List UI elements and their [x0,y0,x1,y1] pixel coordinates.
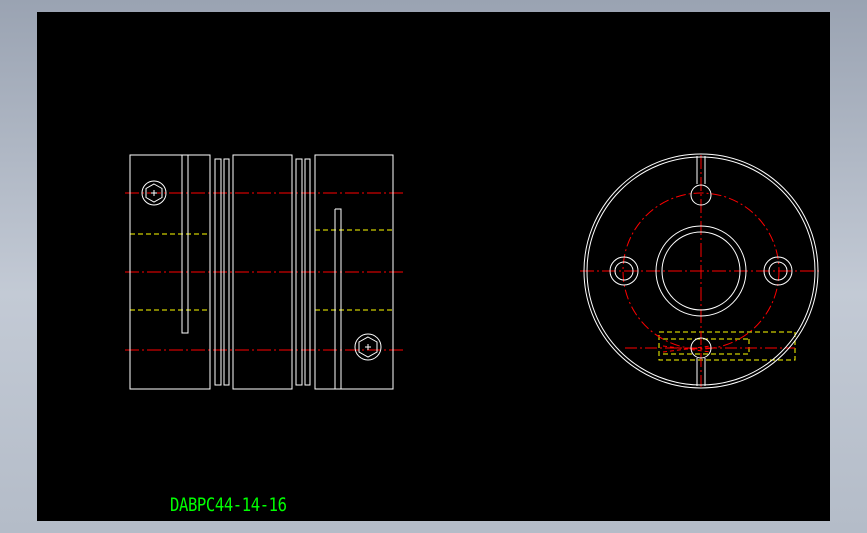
part-number-label: DABPC44-14-16 [170,494,287,516]
cad-drawing [125,153,822,390]
cad-drawing-canvas: DABPC44-14-16 [37,12,830,521]
side-view-centerlines [125,192,403,351]
side-view [125,154,403,390]
side-view-hidden-lines [130,229,393,311]
end-view [580,153,822,389]
